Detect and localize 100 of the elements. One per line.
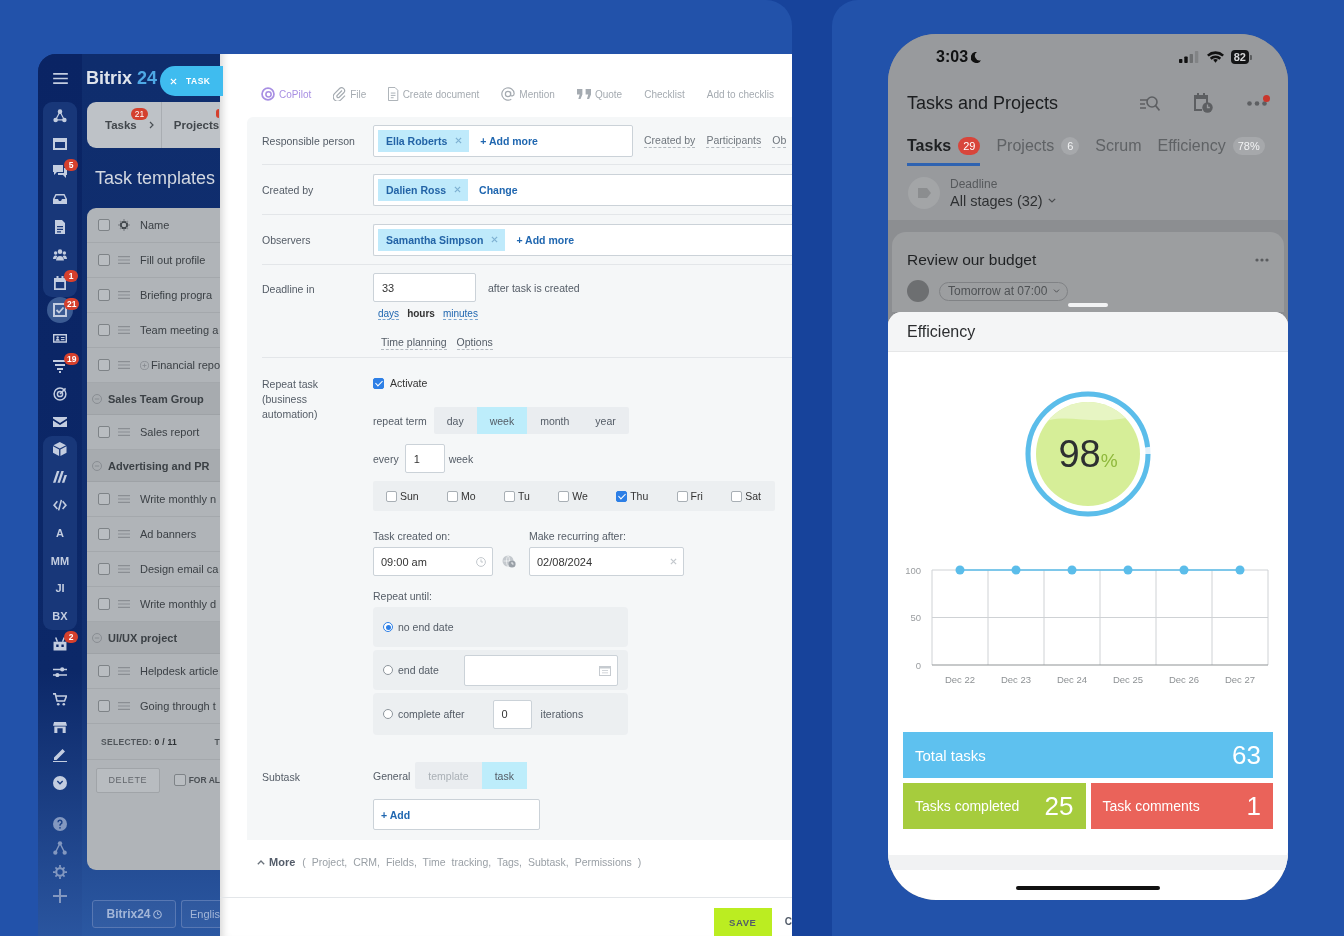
group-title[interactable]: Sales Team Group xyxy=(108,392,204,405)
checkbox[interactable] xyxy=(98,289,110,301)
checkbox[interactable] xyxy=(98,254,110,266)
number-field[interactable]: 33 xyxy=(373,273,476,302)
add-subtask-button[interactable]: + Add xyxy=(373,799,540,830)
tab[interactable]: Projects xyxy=(173,118,220,132)
person-chip[interactable]: Dalien Ross xyxy=(378,178,469,201)
checkbox[interactable] xyxy=(731,490,743,502)
role-link[interactable]: Participants xyxy=(706,133,762,148)
template-name[interactable]: Briefing progra xyxy=(140,289,213,301)
template-name[interactable]: Design email ca xyxy=(140,563,219,575)
drag-handle-icon[interactable] xyxy=(118,530,130,538)
home-indicator[interactable] xyxy=(1016,886,1160,890)
template-name[interactable]: Fill out profile xyxy=(140,254,206,266)
drag-handle-icon[interactable] xyxy=(118,428,130,436)
tag-icon[interactable] xyxy=(908,177,940,209)
menu-icon[interactable] xyxy=(52,72,68,84)
option-link[interactable]: Time planning xyxy=(381,336,447,350)
people-field[interactable]: Dalien Ross Change xyxy=(373,173,792,206)
more-icon[interactable] xyxy=(1255,258,1269,262)
save-button[interactable]: SAVE xyxy=(713,908,772,936)
checkbox-label[interactable]: FOR AL xyxy=(188,775,220,785)
chevron-up-icon[interactable] xyxy=(257,859,265,865)
checkbox[interactable] xyxy=(558,490,570,502)
more-button[interactable]: More xyxy=(269,856,296,868)
weekday-label[interactable]: Mo xyxy=(461,490,476,502)
role-link[interactable]: Ob xyxy=(772,133,787,148)
checkbox[interactable] xyxy=(98,665,110,677)
sliders-icon[interactable] xyxy=(53,666,67,678)
weekday-label[interactable]: Sat xyxy=(745,490,761,502)
data-point[interactable] xyxy=(1123,565,1133,575)
role-link[interactable]: Created by xyxy=(644,133,696,148)
task-title[interactable]: Review our budget xyxy=(907,251,1037,269)
option-link[interactable]: Options xyxy=(456,336,493,350)
data-point[interactable] xyxy=(1235,565,1245,575)
stat-tile[interactable]: Task comments 1 xyxy=(1090,783,1273,829)
remove-icon[interactable] xyxy=(491,236,499,243)
drag-handle-icon[interactable] xyxy=(118,667,130,675)
people-field[interactable]: Ella Roberts + Add more xyxy=(373,124,633,157)
checkbox[interactable] xyxy=(386,490,397,502)
checkbox[interactable] xyxy=(98,426,110,438)
segment-option[interactable]: task xyxy=(481,762,527,789)
number-field[interactable]: 1 xyxy=(404,444,445,473)
remove-icon[interactable] xyxy=(454,186,462,193)
segment-option[interactable]: week xyxy=(476,407,528,434)
tray-icon[interactable] xyxy=(53,194,67,205)
pen-icon[interactable] xyxy=(53,748,67,763)
time-field[interactable]: 09:00 am xyxy=(373,547,493,576)
remove-icon[interactable] xyxy=(455,137,463,144)
column-header[interactable]: Name xyxy=(140,219,170,231)
collapse-icon[interactable] xyxy=(92,460,102,471)
person-chip[interactable]: Samantha Simpson xyxy=(378,228,506,251)
checkbox[interactable] xyxy=(373,377,384,389)
weekday-label[interactable]: Fri xyxy=(690,490,703,502)
close-icon[interactable] xyxy=(170,77,177,85)
drag-handle-icon[interactable] xyxy=(118,495,130,503)
person-chip[interactable]: Ella Roberts xyxy=(378,129,470,152)
checkbox[interactable] xyxy=(98,324,110,336)
language-button[interactable]: Englis xyxy=(181,900,220,928)
checkbox[interactable] xyxy=(98,359,110,371)
drag-handle-icon[interactable] xyxy=(118,326,130,334)
chevron-right-icon[interactable] xyxy=(148,121,154,129)
segment-option[interactable]: day xyxy=(433,407,477,434)
robot-icon[interactable] xyxy=(53,637,67,651)
template-name[interactable]: Going through t xyxy=(140,700,216,712)
radio-button[interactable] xyxy=(383,709,393,719)
checkbox[interactable] xyxy=(616,490,628,502)
expand-icon[interactable] xyxy=(140,360,149,370)
date-field[interactable]: 02/08/2024 xyxy=(529,547,684,576)
unit-option[interactable]: days xyxy=(378,308,400,320)
help-icon[interactable] xyxy=(53,816,67,831)
tab[interactable]: Tasks 29 xyxy=(907,126,981,166)
weekday-label[interactable]: We xyxy=(572,490,588,502)
target-icon[interactable] xyxy=(53,386,67,401)
add-link[interactable]: + Add more xyxy=(480,134,538,147)
data-point[interactable] xyxy=(1011,565,1021,575)
checkbox[interactable] xyxy=(98,219,110,231)
radio-label[interactable]: no end date xyxy=(398,621,454,633)
template-name[interactable]: Write monthly n xyxy=(140,493,217,505)
envelope-icon[interactable] xyxy=(53,416,67,427)
people-icon[interactable] xyxy=(53,249,67,261)
calendar-icon[interactable] xyxy=(54,275,66,290)
stage-dropdown[interactable]: All stages (32) xyxy=(950,191,1056,210)
segment-option[interactable]: month xyxy=(527,407,583,434)
unit-option[interactable]: hours xyxy=(407,308,435,320)
sidebar-item[interactable]: JI xyxy=(53,581,67,596)
checkbox[interactable] xyxy=(98,528,110,540)
radio-button[interactable] xyxy=(383,622,393,632)
date-field[interactable] xyxy=(464,654,618,686)
checkbox[interactable] xyxy=(504,490,515,502)
data-point[interactable] xyxy=(1067,565,1077,575)
data-point[interactable] xyxy=(1179,565,1189,575)
checkbox-label[interactable]: Activate xyxy=(390,377,428,389)
search-icon[interactable] xyxy=(1140,94,1160,112)
checkbox[interactable] xyxy=(98,700,110,712)
drag-handle-icon[interactable] xyxy=(118,256,130,264)
data-point[interactable] xyxy=(955,565,965,575)
add-link[interactable]: Change xyxy=(479,183,518,196)
collapse-icon[interactable] xyxy=(92,632,102,643)
checkbox[interactable] xyxy=(447,490,459,502)
